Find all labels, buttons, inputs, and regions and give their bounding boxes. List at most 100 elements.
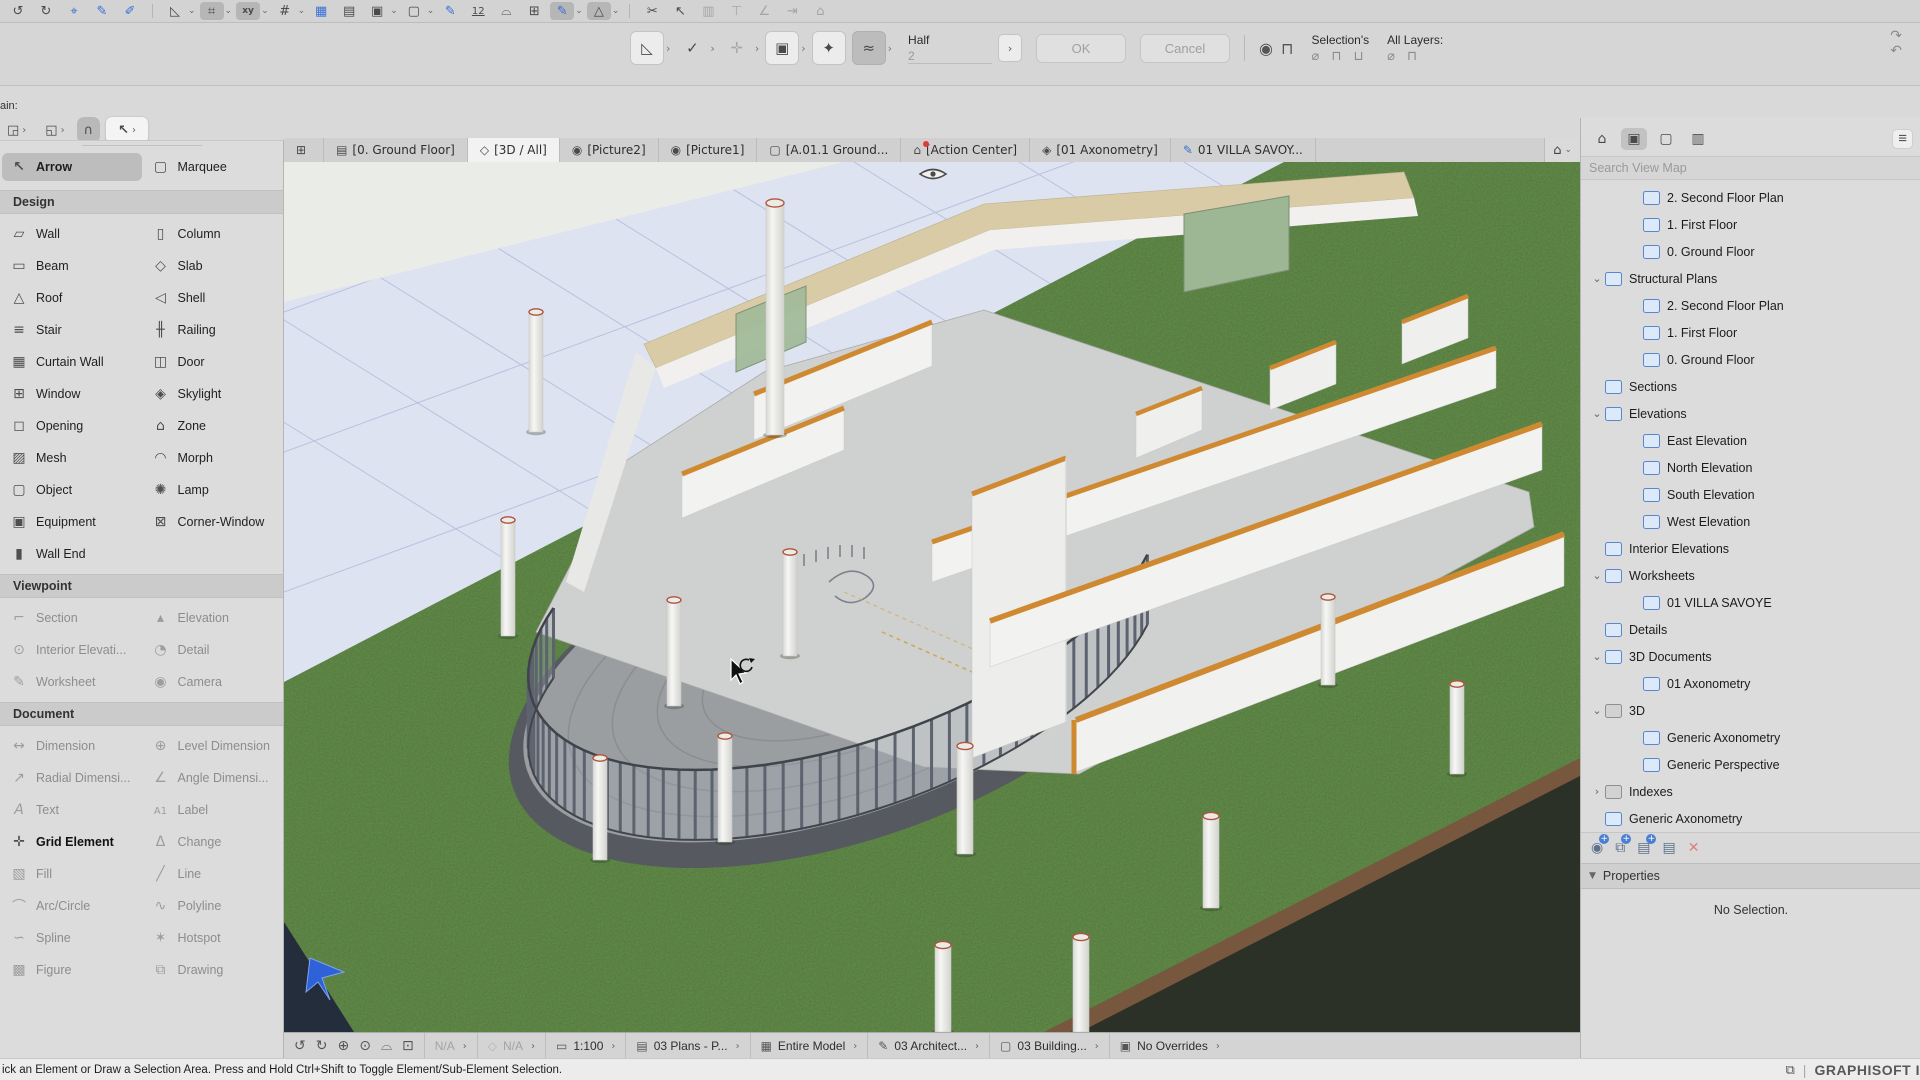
toolbar-icon[interactable] <box>724 2 748 20</box>
toolbar-item[interactable] <box>522 2 546 20</box>
tree-expander[interactable] <box>1589 704 1605 717</box>
toolbar-item[interactable] <box>466 2 490 20</box>
toolbar-item[interactable] <box>90 2 114 20</box>
selection-lock-icon[interactable] <box>1331 49 1341 64</box>
chevron-right-icon[interactable]: › <box>755 42 759 55</box>
toolbar-item[interactable] <box>309 2 333 20</box>
tree-expander[interactable] <box>1589 569 1605 582</box>
search-input[interactable]: Search View Map <box>1581 156 1920 180</box>
tool-item[interactable]: Arrow <box>2 153 142 181</box>
tool-item[interactable]: Fill <box>2 860 142 888</box>
tool-item[interactable]: Level Dimension <box>144 732 284 760</box>
toolbar-item[interactable]: ⌄ <box>163 2 196 20</box>
tool-item[interactable]: Skylight <box>144 380 284 408</box>
toolbar-icon[interactable] <box>34 2 58 20</box>
tree-item[interactable]: 01 Axonometry <box>1581 670 1920 697</box>
tool-item[interactable]: Beam <box>2 252 142 280</box>
tool-item[interactable]: Curtain Wall <box>2 348 142 376</box>
view-tab[interactable]: [Picture2] <box>560 138 659 162</box>
view-tab[interactable]: [Action Center] <box>901 138 1030 162</box>
tool-item[interactable]: Opening <box>2 412 142 440</box>
chevron-down-icon[interactable]: ⌄ <box>225 6 233 16</box>
tool-item[interactable]: Angle Dimensi... <box>144 764 284 792</box>
tool-item[interactable]: Section <box>2 604 142 632</box>
navigator-mode-button[interactable] <box>1653 128 1679 150</box>
layers-lock-icon[interactable] <box>1407 49 1417 64</box>
toolbar-icon[interactable] <box>752 2 776 20</box>
toolbar-icon[interactable] <box>365 2 389 20</box>
tree-item[interactable]: Indexes <box>1581 778 1920 805</box>
toolbar-item[interactable] <box>337 2 361 20</box>
chevron-down-icon[interactable]: ⌄ <box>261 6 269 16</box>
selection-hide-icon[interactable] <box>1311 49 1319 64</box>
toolbar-icon[interactable] <box>273 2 297 20</box>
footer-action-icon[interactable] <box>1688 840 1700 856</box>
toolbar-item[interactable] <box>696 2 720 20</box>
view-tab[interactable]: [0. Ground Floor] <box>324 138 468 162</box>
cancel-button[interactable]: Cancel <box>1140 34 1230 63</box>
tool-item[interactable]: Morph <box>144 444 284 472</box>
tool-item[interactable]: Camera <box>144 668 284 696</box>
view-tab[interactable]: [01 Axonometry] <box>1030 138 1171 162</box>
nav-icon[interactable] <box>381 1038 392 1054</box>
footer-action-icon[interactable] <box>1637 840 1650 856</box>
tool-item[interactable]: Stair <box>2 316 142 344</box>
toolbar-item[interactable]: ⌄ <box>365 2 398 20</box>
tool-item[interactable]: Radial Dimensi... <box>2 764 142 792</box>
tool-item[interactable]: Equipment <box>2 508 142 536</box>
tool-item[interactable]: Drawing <box>144 956 284 984</box>
tree-item[interactable]: 1. First Floor <box>1581 211 1920 238</box>
toolbar-icon[interactable] <box>402 2 426 20</box>
tool-item[interactable]: Line <box>144 860 284 888</box>
toolbar-icon[interactable] <box>494 2 518 20</box>
nav-icon[interactable] <box>316 1038 328 1054</box>
tree-item[interactable]: East Elevation <box>1581 427 1920 454</box>
eye-icon[interactable] <box>920 170 946 179</box>
chevron-right-icon[interactable]: › <box>888 42 892 55</box>
tree-item[interactable]: 0. Ground Floor <box>1581 238 1920 265</box>
chevron-right-icon[interactable]: › <box>801 42 805 55</box>
toolbar-item[interactable]: ⌄ <box>236 2 269 20</box>
tool-item[interactable]: Arc/Circle <box>2 892 142 920</box>
tree-item[interactable]: Sections <box>1581 373 1920 400</box>
3d-viewport[interactable] <box>284 162 1580 1032</box>
undo-icon[interactable]: ↶ <box>1890 44 1902 59</box>
toolbar-item[interactable] <box>146 4 159 18</box>
tool-item[interactable]: Object <box>2 476 142 504</box>
chevron-down-icon[interactable]: ⌄ <box>612 6 620 16</box>
tree-item[interactable]: Generic Axonometry <box>1581 805 1920 832</box>
chevron-down-icon[interactable]: ⌄ <box>390 6 398 16</box>
tool-item[interactable]: Interior Elevati... <box>2 636 142 664</box>
toolbar-item[interactable]: ⌄ <box>273 2 306 20</box>
panel-menu-icon[interactable]: ≡ <box>1892 129 1913 149</box>
tool-item[interactable]: Railing <box>144 316 284 344</box>
nav-icon[interactable] <box>402 1038 414 1054</box>
tool-item[interactable]: Worksheet <box>2 668 142 696</box>
nav-icon[interactable] <box>337 1038 349 1054</box>
toolbar-icon[interactable] <box>62 2 86 20</box>
tool-item[interactable]: Figure <box>2 956 142 984</box>
window-stack-icon[interactable] <box>1786 1063 1795 1078</box>
toolbar-icon[interactable] <box>550 2 574 20</box>
offset-expand-button[interactable]: › <box>998 34 1022 62</box>
toolbar-icon[interactable] <box>696 2 720 20</box>
toolbar-item[interactable] <box>62 2 86 20</box>
toolbar-item[interactable] <box>623 4 636 18</box>
toolbar-icon[interactable] <box>337 2 361 20</box>
quick-options-segment[interactable]: Entire Model › <box>750 1033 868 1059</box>
tree-expander[interactable] <box>1589 650 1605 663</box>
view-tab[interactable] <box>284 138 324 162</box>
toolbar-icon[interactable] <box>90 2 114 20</box>
toolbar-item[interactable]: ⌄ <box>402 2 435 20</box>
toolbar-item[interactable] <box>34 2 58 20</box>
lock-cycle-icon[interactable] <box>1281 39 1293 58</box>
quick-options-segment[interactable]: No Overrides › <box>1109 1033 1230 1059</box>
tool-item[interactable]: Wall End <box>2 540 142 568</box>
tree-expander[interactable] <box>1589 272 1605 285</box>
tool-item[interactable]: Slab <box>144 252 284 280</box>
tool-item[interactable]: Hotspot <box>144 924 284 952</box>
tool-item[interactable]: Text <box>2 796 142 824</box>
toolbar-icon[interactable] <box>522 2 546 20</box>
tool-item[interactable]: Zone <box>144 412 284 440</box>
chevron-right-icon[interactable]: › <box>666 42 670 55</box>
